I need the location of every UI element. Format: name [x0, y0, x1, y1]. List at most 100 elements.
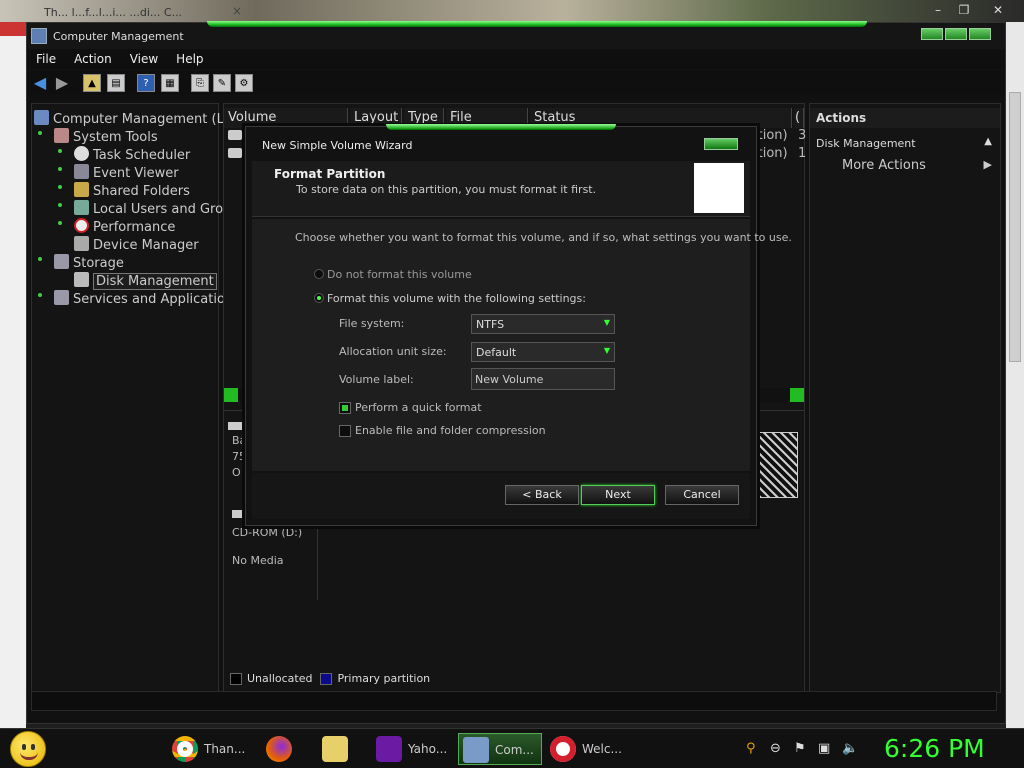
actions-disk-management[interactable]: Disk Management ▲	[810, 134, 1000, 154]
volume-icon[interactable]: 🔈	[842, 741, 858, 756]
menu-action[interactable]: Action	[65, 49, 121, 69]
firefox-icon	[266, 736, 292, 762]
compression-label[interactable]: Enable file and folder compression	[355, 424, 546, 437]
file-system-select[interactable]: NTFS ▼	[471, 314, 615, 334]
quick-format-label[interactable]: Perform a quick format	[355, 401, 482, 414]
forward-arrow-icon[interactable]: ▶	[53, 74, 71, 92]
menu-bar: File Action View Help	[27, 49, 1005, 69]
taskbar: Than... Yaho... Com... Welc... ⚲ ⊖ ⚑ ▣ 🔈…	[0, 728, 1024, 768]
tree-item-local-users[interactable]: Local Users and Grou	[58, 200, 231, 217]
tree-item-event-viewer[interactable]: Event Viewer	[58, 164, 179, 181]
taskbar-item-yahoo[interactable]: Yaho...	[372, 733, 456, 765]
taskbar-item-folder[interactable]	[318, 733, 364, 765]
scrollbar-thumb[interactable]	[1009, 92, 1021, 362]
yahoo-messenger-icon	[376, 736, 402, 762]
tree-item-shared-folders[interactable]: Shared Folders	[58, 182, 190, 199]
column-capacity[interactable]: (	[794, 108, 804, 128]
scroll-left-icon[interactable]	[224, 388, 238, 402]
taskbar-item-opera[interactable]: Welc...	[546, 733, 630, 765]
allocation-unit-select[interactable]: Default ▼	[471, 342, 615, 362]
network-icon[interactable]: ▣	[818, 741, 830, 756]
menu-help[interactable]: Help	[167, 49, 212, 69]
storage-icon	[54, 254, 69, 269]
wizard-instruction: Choose whether you want to format this v…	[295, 231, 792, 244]
more-actions[interactable]: More Actions	[842, 158, 926, 173]
minimize-all-icon[interactable]: ⊖	[770, 741, 781, 756]
disk-status-partial: O	[232, 466, 241, 479]
quick-format-checkbox[interactable]	[339, 402, 351, 414]
maximize-button[interactable]	[945, 28, 967, 40]
wizard-header-image	[694, 163, 744, 213]
file-system-label: File system:	[339, 317, 405, 330]
services-icon	[54, 290, 69, 305]
browser-tab-title[interactable]: Th... l...f...l...i... ...di... C...	[44, 6, 182, 19]
taskbar-item-chrome[interactable]: Than...	[168, 733, 254, 765]
taskbar-item-firefox[interactable]	[262, 733, 308, 765]
title-bar: Computer Management	[27, 21, 1005, 49]
partition-hatched-block[interactable]	[758, 432, 798, 498]
wizard-header: Format Partition To store data on this p…	[252, 161, 750, 217]
actions-header: Actions	[810, 108, 1000, 128]
tree-item-services[interactable]: Services and Application:	[38, 290, 238, 307]
show-hide-tree-icon[interactable]: ▤	[107, 74, 125, 92]
properties-icon[interactable]: ▦	[161, 74, 179, 92]
tree-item-disk-management[interactable]: Disk Management	[74, 272, 217, 290]
minimize-button[interactable]	[921, 28, 943, 40]
radio-do-not-format[interactable]	[314, 269, 324, 279]
disk-icon	[74, 272, 89, 287]
disk-icon	[228, 422, 242, 430]
scroll-right-icon[interactable]	[790, 388, 804, 402]
up-folder-icon[interactable]: ▲	[83, 74, 101, 92]
edit-icon[interactable]: ✎	[213, 74, 231, 92]
chevron-right-icon[interactable]: ▶	[984, 158, 992, 171]
wizard-body: Choose whether you want to format this v…	[252, 219, 792, 471]
settings-icon[interactable]: ⚙	[235, 74, 253, 92]
wizard-heading: Format Partition	[274, 167, 386, 181]
compression-checkbox[interactable]	[339, 425, 351, 437]
taskbar-item-computer-management[interactable]: Com...	[458, 733, 542, 765]
tree-item-device-manager[interactable]: Device Manager	[74, 236, 199, 253]
back-arrow-icon[interactable]: ◀	[31, 74, 49, 92]
radio-format-volume[interactable]	[314, 293, 324, 303]
allocation-unit-label: Allocation unit size:	[339, 345, 447, 358]
legend-unallocated: Unallocated	[247, 672, 313, 685]
volume-label-input[interactable]: New Volume	[471, 368, 615, 390]
browser-scrollbar[interactable]	[1006, 22, 1024, 728]
column-volume[interactable]: Volume	[224, 108, 348, 128]
legend-primary: Primary partition	[337, 672, 431, 685]
search-icon[interactable]: ⚲	[746, 741, 756, 756]
flag-icon[interactable]: ⚑	[794, 741, 806, 756]
chrome-icon	[172, 736, 198, 762]
event-viewer-icon	[74, 164, 89, 179]
tree-item-performance[interactable]: Performance	[58, 218, 175, 235]
cancel-button[interactable]: Cancel	[665, 485, 739, 505]
disk-size-partial: 75	[232, 450, 246, 463]
window-title: Computer Management	[53, 30, 184, 43]
close-button[interactable]	[969, 28, 991, 40]
help-icon[interactable]: ?	[137, 74, 155, 92]
browser-tab-strip: Th... l...f...l...i... ...di... C... × –…	[0, 0, 1024, 22]
menu-view[interactable]: View	[121, 49, 167, 69]
label-format-volume[interactable]: Format this volume with the following se…	[327, 292, 586, 305]
tree-item-root[interactable]: Computer Management (Loc	[34, 110, 239, 127]
restore-icon[interactable]: ❐	[954, 2, 974, 18]
next-button[interactable]: Next	[581, 485, 655, 505]
folder-icon	[322, 736, 348, 762]
collapse-up-icon[interactable]: ▲	[984, 136, 992, 147]
wizard-title: New Simple Volume Wizard	[262, 139, 413, 152]
chevron-down-icon: ▼	[603, 318, 610, 327]
tree-item-system-tools[interactable]: System Tools	[38, 128, 158, 145]
menu-file[interactable]: File	[27, 49, 65, 69]
minimize-icon[interactable]: –	[928, 2, 948, 18]
export-icon[interactable]: ⎘	[191, 74, 209, 92]
label-do-not-format[interactable]: Do not format this volume	[327, 268, 472, 281]
close-button[interactable]	[704, 138, 738, 150]
tree-item-storage[interactable]: Storage	[38, 254, 124, 271]
close-icon[interactable]: ×	[232, 4, 242, 18]
close-icon[interactable]: ✕	[988, 2, 1008, 18]
start-smiley-icon[interactable]	[10, 731, 46, 767]
back-button[interactable]: < Back	[505, 485, 579, 505]
performance-icon	[74, 218, 89, 233]
clock[interactable]: 6:26 PM	[884, 734, 985, 763]
tree-item-task-scheduler[interactable]: Task Scheduler	[58, 146, 190, 163]
